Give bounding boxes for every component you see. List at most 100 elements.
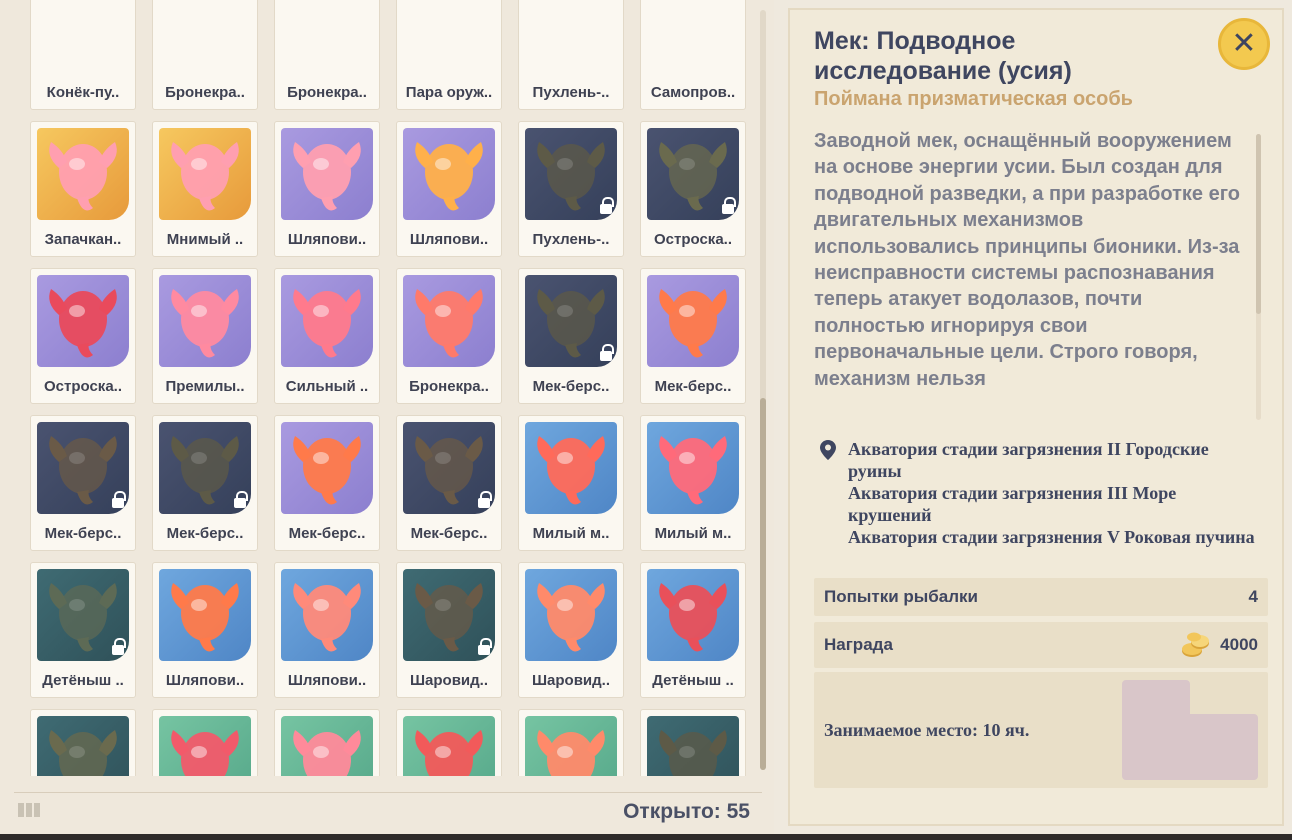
collection-card[interactable]: Мек-берс.. [152,415,258,551]
card-thumbnail [281,128,373,220]
creature-icon [537,436,605,505]
description-scrollbar-thumb[interactable] [1256,134,1261,314]
card-thumbnail [403,716,495,776]
detail-panel: Мек: Подводное исследование (усия) ✕ Пой… [788,8,1284,826]
collection-card[interactable]: Остроска.. [30,268,136,404]
reward-value: 4000 [1220,635,1258,654]
collection-card[interactable]: Мек-берс.. [640,268,746,404]
collection-card[interactable]: Мнимый .. [152,121,258,257]
card-label: Шляпови.. [287,231,367,248]
collection-card[interactable]: Мек-берс.. [274,415,380,551]
collection-card[interactable]: Запачкан.. [30,121,136,257]
collection-card[interactable]: Мек-берс.. [518,268,624,404]
card-label: Милый м.. [532,525,610,542]
lock-icon [477,638,492,657]
card-thumbnail [281,275,373,367]
card-thumbnail [159,716,251,776]
card-thumbnail [525,569,617,661]
card-thumbnail [525,716,617,776]
lock-icon [477,491,492,510]
card-label: Остроска.. [43,378,122,395]
creature-icon [171,289,239,358]
collection-card[interactable]: Конёк-пу.. [152,709,258,776]
card-thumbnail [647,569,739,661]
collection-card[interactable]: Милый м.. [518,415,624,551]
collection-card[interactable]: Остроска.. [640,121,746,257]
collection-card[interactable]: Бронекра.. [518,709,624,776]
collection-card[interactable]: Пухлень-.. [518,121,624,257]
card-thumbnail [159,275,251,367]
card-label: Пухлень-.. [532,231,610,248]
close-button[interactable]: ✕ [1218,18,1270,70]
collection-card[interactable]: Шляпови.. [152,562,258,698]
collection-card[interactable]: Мек-берс.. [30,415,136,551]
collection-card[interactable]: Мек-берс.. [396,415,502,551]
card-label: Самопров.. [650,84,736,101]
collection-card[interactable]: Сильный .. [274,268,380,404]
card-label: Остроска.. [653,231,732,248]
collection-card[interactable]: Шаровид.. [396,562,502,698]
collection-card[interactable]: Бронекра.. [274,0,380,110]
card-thumbnail [647,275,739,367]
collection-card[interactable]: Шаровид.. [518,562,624,698]
location-item: Акватория стадии загрязнения III Море кр… [848,483,1177,525]
card-label: Детёныш .. [652,672,734,689]
creature-icon [293,436,361,505]
card-label: Бронекра.. [165,84,245,101]
collection-card[interactable]: Конёк-пу.. [396,709,502,776]
creature-icon [659,583,727,652]
collection-card[interactable]: Детёныш .. [640,562,746,698]
collection-card[interactable]: Шляпови.. [274,562,380,698]
collection-card[interactable]: Детёныш .. [30,709,136,776]
card-label: Мек-берс.. [532,378,610,395]
card-label: Мнимый .. [166,231,244,248]
card-thumbnail [647,716,739,776]
location-pin-icon [820,440,836,460]
lock-icon [111,491,126,510]
collection-scrollbar-thumb[interactable] [760,398,766,770]
detail-title: Мек: Подводное исследование (усия) [814,27,1072,85]
fishing-attempts-row: Попытки рыбалки 4 [814,578,1268,616]
location-item: Акватория стадии загрязнения II Городски… [848,439,1209,481]
collection-card[interactable]: Бронекра.. [396,268,502,404]
description-text: Заводной мек, оснащённый вооружением на … [814,130,1241,390]
card-label: Конёк-пу.. [46,84,120,101]
card-thumbnail [525,422,617,514]
creature-icon [659,289,727,358]
description-box[interactable]: Заводной мек, оснащённый вооружением на … [814,128,1246,430]
location-list: Акватория стадии загрязнения II Городски… [820,438,1260,548]
collection-card[interactable]: Конёк-пу.. [30,0,136,110]
collection-card[interactable]: Конёк-пу.. [274,709,380,776]
lock-icon [599,344,614,363]
progress-bars-icon [18,803,48,817]
collection-grid-viewport: Конёк-пу.. Бронекра.. Бронекра.. Пара оруж.… [0,0,760,776]
collection-card[interactable]: Шляпови.. [396,121,502,257]
card-thumbnail [403,128,495,220]
collection-card[interactable]: Бронекра.. [640,709,746,776]
card-thumbnail [159,128,251,220]
creature-icon [537,730,605,776]
collection-card[interactable]: Пухлень-.. [518,0,624,110]
creature-icon [293,142,361,211]
creature-icon [293,730,361,776]
card-label: Мек-берс.. [410,525,488,542]
collection-card[interactable]: Бронекра.. [152,0,258,110]
card-thumbnail [281,569,373,661]
creature-icon [171,583,239,652]
collection-card[interactable]: Премилы.. [152,268,258,404]
divider [14,792,762,793]
collection-card[interactable]: Детёныш .. [30,562,136,698]
opened-count: Открыто: 55 [623,800,750,823]
collection-card[interactable]: Шляпови.. [274,121,380,257]
collection-card[interactable]: Пара оруж.. [396,0,502,110]
card-label: Мек-берс.. [654,378,732,395]
description-scrollbar[interactable] [1256,134,1261,420]
card-thumbnail [281,716,373,776]
coin-stack-icon [1182,632,1210,657]
collection-grid: Конёк-пу.. Бронекра.. Бронекра.. Пара оруж.… [30,0,746,776]
collection-card[interactable]: Милый м.. [640,415,746,551]
collection-scrollbar[interactable] [760,10,766,770]
card-label: Шаровид.. [531,672,611,689]
collection-card[interactable]: Самопров.. [640,0,746,110]
creature-icon [415,730,483,776]
